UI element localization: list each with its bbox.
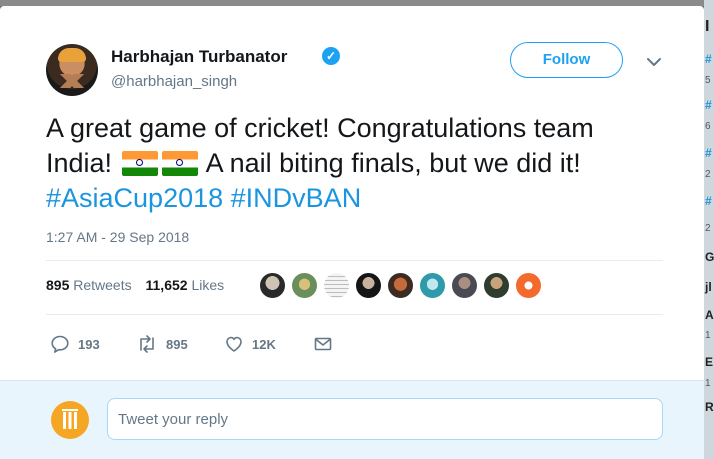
avatar-arms-shape: [52, 74, 92, 88]
sidebar-glyph: 2: [705, 223, 711, 234]
envelope-icon: [314, 337, 332, 351]
liker-avatar[interactable]: [483, 272, 510, 299]
retweets-stat[interactable]: 895 Retweets: [46, 277, 132, 293]
liker-avatar[interactable]: [515, 272, 542, 299]
liker-avatar[interactable]: [259, 272, 286, 299]
sidebar-glyph: 1: [705, 330, 711, 341]
likes-label: Likes: [191, 277, 225, 293]
reply-input[interactable]: [107, 398, 663, 440]
sidebar-glyph: 2: [705, 169, 711, 180]
sidebar-glyph: I: [705, 18, 710, 35]
follow-button[interactable]: Follow: [510, 42, 623, 78]
sidebar-glyph: 1: [705, 378, 711, 389]
likes-stat[interactable]: 11,652 Likes: [146, 277, 225, 293]
sidebar-glyph: 5: [705, 75, 711, 86]
author-name[interactable]: Harbhajan Turbanator: [111, 47, 287, 67]
like-count: 12K: [252, 336, 276, 352]
tweet-text-part2: A nail biting finals, but we did it!: [205, 148, 581, 178]
liker-avatar[interactable]: [291, 272, 318, 299]
retweets-count: 895: [46, 277, 70, 293]
retweet-count: 895: [166, 336, 188, 352]
retweets-label: Retweets: [73, 277, 132, 293]
hashtag-link[interactable]: #INDvBAN: [231, 183, 362, 213]
sidebar-glyph[interactable]: A: [705, 308, 714, 322]
like-button[interactable]: 12K: [224, 332, 276, 356]
sidebar-glyph[interactable]: #: [705, 52, 712, 66]
tweet-text: A great game of cricket! Congratulations…: [46, 111, 666, 216]
tweet-modal: Harbhajan Turbanator ✓ @harbhajan_singh …: [0, 6, 704, 459]
sidebar-glyph[interactable]: jl: [705, 280, 712, 294]
liker-avatar[interactable]: [451, 272, 478, 299]
reply-icon: [51, 335, 69, 353]
verified-badge-icon: ✓: [322, 47, 340, 65]
sidebar-glyph: 6: [705, 121, 711, 132]
divider: [46, 314, 663, 315]
reply-composer: [0, 380, 704, 459]
liker-avatar[interactable]: [355, 272, 382, 299]
retweet-icon: [140, 335, 154, 353]
author-avatar[interactable]: [46, 44, 98, 96]
heart-icon: [226, 336, 242, 352]
tweet-timestamp[interactable]: 1:27 AM - 29 Sep 2018: [46, 229, 189, 245]
sidebar-glyph[interactable]: #: [705, 194, 712, 208]
liker-avatar[interactable]: [387, 272, 414, 299]
sidebar-glyph[interactable]: R: [705, 400, 714, 414]
right-sidebar-trends: I # 5 # 6 # 2 # 2 G jl A 1 E 1 R: [704, 0, 714, 459]
sidebar-glyph[interactable]: #: [705, 98, 712, 112]
sidebar-glyph[interactable]: G: [705, 250, 714, 264]
reply-count: 193: [78, 336, 100, 352]
reply-button[interactable]: 193: [50, 332, 100, 356]
user-avatar[interactable]: [51, 401, 89, 439]
sidebar-glyph[interactable]: E: [705, 355, 713, 369]
india-flag-emoji: [121, 151, 158, 176]
likes-count: 11,652: [145, 277, 188, 293]
india-flag-emoji: [161, 151, 198, 176]
retweet-button[interactable]: 895: [136, 332, 188, 356]
direct-message-button[interactable]: [313, 332, 341, 356]
chevron-down-icon[interactable]: [644, 54, 664, 70]
hashtag-link[interactable]: #AsiaCup2018: [46, 183, 223, 213]
cricket-stumps-icon: [62, 409, 78, 429]
divider: [46, 260, 663, 261]
engagement-stats: 895 Retweets 11,652 Likes: [46, 277, 224, 293]
liker-avatar[interactable]: [323, 272, 350, 299]
author-handle[interactable]: @harbhajan_singh: [111, 73, 237, 90]
avatar-turban-shape: [58, 48, 86, 62]
liker-avatar[interactable]: [419, 272, 446, 299]
sidebar-glyph[interactable]: #: [705, 146, 712, 160]
